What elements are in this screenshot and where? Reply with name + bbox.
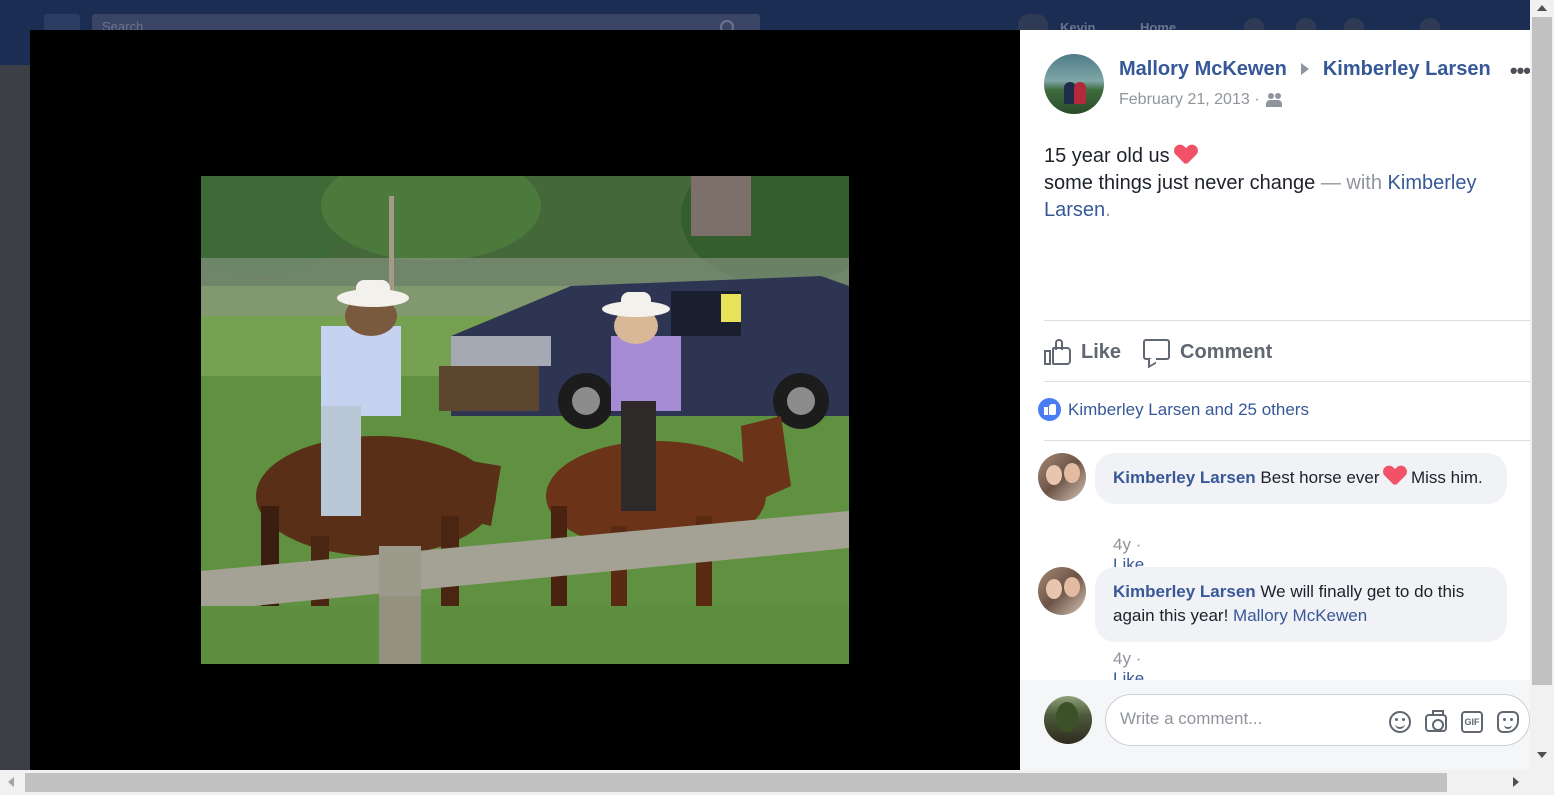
comment-button-label: Comment (1180, 340, 1273, 363)
post-text-line1: 15 year old us (1044, 145, 1170, 167)
divider (1044, 381, 1530, 382)
divider (1044, 320, 1530, 321)
scroll-right-arrow-icon[interactable] (1513, 777, 1519, 787)
scroll-down-arrow-icon[interactable] (1537, 752, 1547, 758)
post-actions: Like Comment (1044, 335, 1272, 369)
divider (1044, 440, 1530, 441)
vertical-scrollbar[interactable] (1530, 0, 1554, 770)
post-date-link[interactable]: February 21, 2013 (1119, 91, 1250, 108)
comment-author-link[interactable]: Kimberley Larsen (1113, 468, 1256, 487)
comment-composer: GIF (1020, 680, 1530, 770)
like-reaction-icon (1038, 398, 1061, 421)
viewer-avatar (1044, 696, 1092, 744)
post-date-line: February 21, 2013 · (1119, 91, 1284, 109)
reactions-summary[interactable]: Kimberley Larsen and 25 others (1038, 398, 1309, 421)
scrollbar-corner (1530, 770, 1554, 795)
comment-bubble: Kimberley Larsen We will finally get to … (1095, 567, 1507, 642)
comment-text-end: Miss him. (1410, 468, 1483, 487)
horizontal-scroll-thumb[interactable] (25, 773, 1447, 792)
commenter-avatar[interactable] (1038, 567, 1086, 615)
comment-bubble: Kimberley Larsen Best horse ever Miss hi… (1095, 453, 1507, 504)
comment-author-link[interactable]: Kimberley Larsen (1113, 582, 1256, 601)
sticker-icon[interactable] (1497, 711, 1519, 733)
author-name-link[interactable]: Mallory McKewen (1119, 58, 1287, 80)
comment-text: Best horse ever (1260, 468, 1380, 487)
reactions-text: Kimberley Larsen and 25 others (1068, 399, 1309, 419)
gif-icon[interactable]: GIF (1461, 711, 1483, 733)
post-side-panel: Mallory McKewen Kimberley Larsen ••• Febr… (1020, 30, 1531, 770)
post-photo[interactable] (201, 176, 849, 664)
like-button[interactable]: Like (1044, 339, 1121, 365)
heart-icon (1384, 466, 1406, 486)
author-avatar[interactable] (1044, 54, 1104, 114)
photo-horses-riders (201, 176, 849, 664)
comment-age-link[interactable]: 4y (1113, 535, 1131, 554)
thumbs-up-icon (1044, 339, 1072, 365)
target-name-link[interactable]: Kimberley Larsen (1323, 58, 1491, 80)
scroll-up-arrow-icon[interactable] (1537, 5, 1547, 11)
comment-button[interactable]: Comment (1143, 339, 1273, 369)
comment-age-link[interactable]: 4y (1113, 649, 1131, 668)
with-label: — with (1320, 172, 1382, 194)
horizontal-scrollbar[interactable] (0, 770, 1530, 795)
comment-meta-separator: · (1135, 649, 1142, 668)
comment-input-box[interactable]: GIF (1105, 694, 1530, 746)
more-options-icon[interactable]: ••• (1510, 58, 1531, 84)
scroll-left-arrow-icon[interactable] (8, 777, 14, 787)
like-button-label: Like (1081, 340, 1122, 363)
comment-meta-separator: · (1135, 535, 1142, 554)
emoji-icon[interactable] (1389, 711, 1411, 733)
comment-mention-link[interactable]: Mallory McKewen (1233, 606, 1367, 625)
camera-icon[interactable] (1425, 710, 1447, 732)
heart-icon (1175, 145, 1197, 165)
friends-audience-icon[interactable] (1265, 92, 1284, 107)
date-separator: · (1254, 91, 1260, 108)
commenter-avatar[interactable] (1038, 453, 1086, 501)
photo-stage[interactable] (30, 30, 1020, 770)
comment-bubble-icon (1143, 339, 1171, 369)
post-header-names: Mallory McKewen Kimberley Larsen (1119, 58, 1491, 81)
comment-input[interactable] (1120, 709, 1380, 729)
post-text-line2: some things just never change (1044, 172, 1316, 194)
post-text-period: . (1105, 199, 1111, 221)
play-arrow-icon (1300, 62, 1309, 75)
post-text: 15 year old us some things just never ch… (1044, 143, 1514, 224)
vertical-scroll-thumb[interactable] (1532, 17, 1552, 685)
